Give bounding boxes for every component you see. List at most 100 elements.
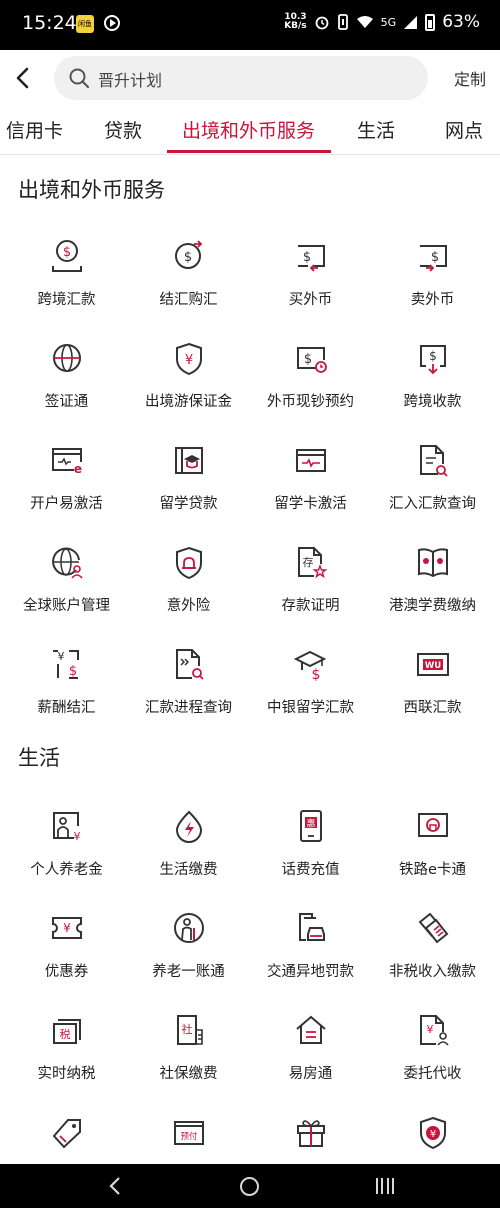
deposit-glyph: 存	[303, 555, 314, 569]
wu-glyph: WU	[425, 661, 441, 671]
service-western-union[interactable]: WU 西联汇款	[370, 646, 495, 742]
service-label: 外币现钞预约	[267, 394, 354, 410]
alarm-shield-icon	[176, 546, 202, 580]
service-utility-payment[interactable]: 生活缴费	[126, 808, 251, 904]
globe-user-icon	[52, 547, 83, 579]
system-navigation-bar	[0, 1164, 500, 1208]
service-elderly-account[interactable]: 养老一账通	[126, 910, 251, 1006]
service-label: 汇入汇款查询	[389, 496, 476, 512]
tab-cross-border-services[interactable]: 出境和外币服务	[182, 116, 315, 143]
service-currency-exchange[interactable]: $ 结汇购汇	[126, 238, 251, 334]
service-cross-border-collection[interactable]: $ 跨境收款	[370, 340, 495, 436]
pension-icon: ¥	[53, 812, 81, 843]
svg-text:$: $	[304, 352, 312, 367]
service-visa[interactable]: 签证通	[4, 340, 129, 436]
service-remittance-progress[interactable]: 汇款进程查询	[126, 646, 251, 742]
svg-text:$: $	[184, 250, 192, 265]
svg-text:¥: ¥	[427, 1023, 434, 1036]
service-deposit-certificate[interactable]: 存 存款证明	[248, 544, 373, 640]
service-boc-study-remittance[interactable]: $ 中银留学汇款	[248, 646, 373, 742]
service-label: 西联汇款	[403, 700, 462, 716]
service-label: 易房通	[288, 1066, 333, 1082]
service-label: 存款证明	[281, 598, 340, 614]
tab-credit-card[interactable]: 信用卡	[6, 116, 63, 143]
status-bar: 15:24 闲鱼 10.3 KB/s 5G 63%	[0, 0, 500, 50]
wifi-icon	[356, 16, 373, 28]
service-traffic-fines[interactable]: 交通异地罚款	[248, 910, 373, 1006]
service-global-account[interactable]: 全球账户管理	[4, 544, 129, 640]
svg-text:$: $	[429, 349, 437, 363]
service-label: 铁路e卡通	[399, 862, 466, 878]
service-entrusted-collection[interactable]: ¥ 委托代收	[370, 1012, 495, 1108]
document-search-icon	[420, 445, 448, 477]
network-speed: 10.3 KB/s	[284, 13, 306, 31]
network-type: 5G	[380, 15, 397, 29]
phone-topup-icon: 惠	[300, 810, 322, 842]
service-study-card-activation[interactable]: 留学卡激活	[248, 442, 373, 538]
globe-icon	[53, 344, 81, 372]
battery-percent: 63%	[442, 12, 480, 32]
service-label: 买外币	[288, 292, 333, 308]
sell-foreign-currency-icon: $	[420, 245, 447, 272]
coin-tray-icon: $	[52, 240, 82, 272]
she-glyph: 社	[182, 1022, 193, 1036]
service-label: 实时纳税	[37, 1066, 96, 1082]
traffic-fine-icon	[299, 913, 325, 941]
service-easy-housing[interactable]: 易房通	[248, 1012, 373, 1108]
service-accident-insurance[interactable]: 意外险	[126, 544, 251, 640]
service-study-loan[interactable]: 留学贷款	[126, 442, 251, 538]
tax-icon: 税	[53, 1019, 81, 1044]
service-personal-pension[interactable]: ¥ 个人养老金	[4, 808, 129, 904]
back-arrow-icon[interactable]	[10, 64, 36, 92]
service-sell-foreign-currency[interactable]: $ 卖外币	[370, 238, 495, 334]
yuan-shield-icon: ¥	[420, 1116, 446, 1150]
service-realtime-tax[interactable]: 税 实时纳税	[4, 1012, 129, 1108]
alarm-icon	[315, 16, 329, 30]
service-cash-reservation[interactable]: $ 外币现钞预约	[248, 340, 373, 436]
nav-home-icon[interactable]	[240, 1177, 259, 1196]
service-cross-border-remittance[interactable]: $ 跨境汇款	[4, 238, 129, 334]
service-social-security[interactable]: 社 社保缴费	[126, 1012, 251, 1108]
tab-life[interactable]: 生活	[357, 116, 395, 143]
service-salary-exchange[interactable]: ¥ $ 薪酬结汇	[4, 646, 129, 742]
service-label: 港澳学费缴纳	[389, 598, 476, 614]
non-tax-payment-icon	[418, 912, 449, 944]
service-hk-macau-tuition[interactable]: 港澳学费缴纳	[370, 544, 495, 640]
utility-bolt-icon	[175, 810, 203, 843]
service-phone-topup[interactable]: 惠 话费充值	[248, 808, 373, 904]
coupon-icon: ¥	[52, 917, 82, 939]
svg-text:$: $	[63, 245, 71, 260]
tab-loans[interactable]: 贷款	[104, 116, 142, 143]
service-label: 中银留学汇款	[267, 700, 354, 716]
nav-recents-icon[interactable]	[374, 1176, 396, 1196]
service-label: 签证通	[44, 394, 89, 410]
service-inward-remittance-query[interactable]: 汇入汇款查询	[370, 442, 495, 538]
svg-text:¥: ¥	[185, 353, 193, 368]
service-label: 委托代收	[403, 1066, 462, 1082]
section-title-life: 生活	[18, 746, 60, 770]
service-label: 出境游保证金	[145, 394, 232, 410]
service-buy-foreign-currency[interactable]: $ 买外币	[248, 238, 373, 334]
service-travel-deposit[interactable]: ¥ 出境游保证金	[126, 340, 251, 436]
customize-button[interactable]: 定制	[454, 66, 486, 90]
service-label: 留学卡激活	[274, 496, 347, 512]
graduation-book-icon	[175, 447, 203, 474]
service-railway-card[interactable]: 铁路e卡通	[370, 808, 495, 904]
service-coupons[interactable]: ¥ 优惠券	[4, 910, 129, 1006]
svg-text:$: $	[69, 664, 77, 679]
house-icon	[296, 1015, 326, 1044]
section-title-cross-border: 出境和外币服务	[18, 178, 165, 202]
active-tab-indicator	[167, 150, 331, 153]
service-non-tax-payment[interactable]: 非税收入缴款	[370, 910, 495, 1006]
service-label: 薪酬结汇	[37, 700, 96, 716]
search-icon	[69, 68, 90, 89]
shui-glyph: 税	[60, 1027, 71, 1041]
tab-branches[interactable]: 网点	[445, 116, 483, 143]
search-input[interactable]: 晋升计划	[54, 56, 428, 100]
prepaid-glyph: 预付	[180, 1131, 198, 1142]
nav-back-icon[interactable]	[106, 1176, 124, 1196]
service-label: 卖外币	[410, 292, 455, 308]
receive-payment-icon: $	[420, 345, 446, 375]
service-account-activation[interactable]: e 开户易激活	[4, 442, 129, 538]
vibrate-icon	[337, 14, 348, 30]
